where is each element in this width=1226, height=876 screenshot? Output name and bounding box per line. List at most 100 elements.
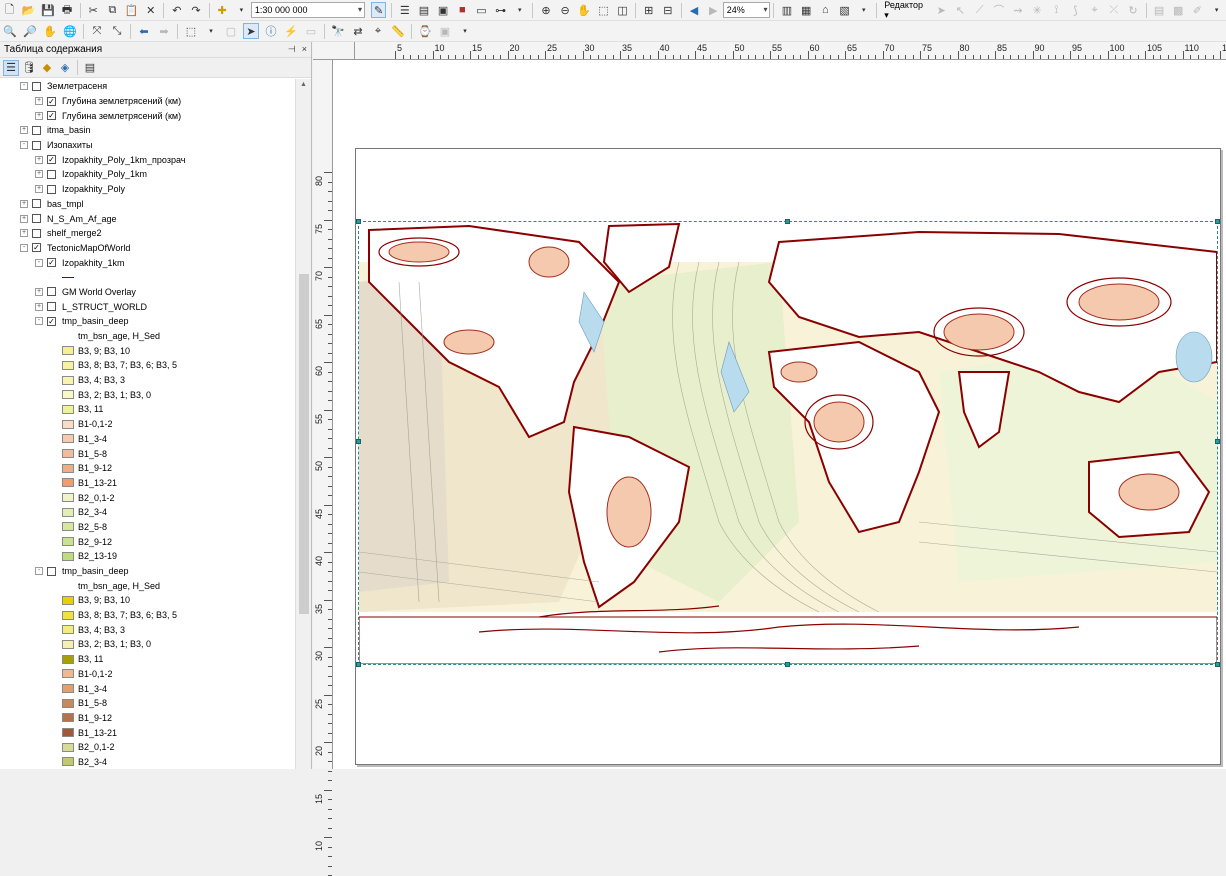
- cut-polygons-icon[interactable]: ⌖: [1087, 2, 1102, 18]
- arctoolbox-icon[interactable]: ■: [455, 2, 470, 18]
- open-folder-icon[interactable]: 📂: [21, 2, 36, 18]
- resize-handle[interactable]: [1215, 662, 1220, 667]
- find-icon[interactable]: 🔭: [330, 23, 346, 39]
- table-of-contents-icon[interactable]: ☰: [397, 2, 412, 18]
- create-features-icon[interactable]: ✐: [1190, 2, 1205, 18]
- toggle-draft-mode-icon[interactable]: ▥: [779, 2, 794, 18]
- save-icon[interactable]: 💾: [40, 2, 55, 18]
- list-by-source-icon[interactable]: 🛢: [21, 60, 37, 76]
- layer-row[interactable]: + L_STRUCT_WORLD: [0, 299, 295, 314]
- zoom-out-icon[interactable]: 🔎: [22, 23, 38, 39]
- chevron-down-icon[interactable]: ▾: [512, 2, 527, 18]
- collapse-icon[interactable]: -: [20, 141, 28, 150]
- chevron-down-icon[interactable]: ▾: [203, 23, 219, 39]
- go-forward-icon[interactable]: ➡: [156, 23, 172, 39]
- layer-visibility-checkbox[interactable]: [47, 302, 56, 312]
- chevron-down-icon[interactable]: ▾: [358, 5, 362, 14]
- layer-visibility-checkbox[interactable]: [32, 140, 41, 150]
- layer-visibility-checkbox[interactable]: [32, 125, 41, 135]
- find-route-icon[interactable]: ⇄: [350, 23, 366, 39]
- expand-icon[interactable]: +: [35, 155, 43, 164]
- expand-icon[interactable]: +: [20, 214, 28, 223]
- expand-icon[interactable]: +: [20, 126, 28, 135]
- print-icon[interactable]: 🖶: [60, 2, 75, 18]
- copy-icon[interactable]: ⧉: [105, 2, 120, 18]
- edit-vertices-icon[interactable]: ⟟: [1049, 2, 1064, 18]
- scrollbar-thumb[interactable]: [299, 274, 309, 614]
- select-elements-icon[interactable]: ➤: [243, 23, 259, 39]
- layer-visibility-checkbox[interactable]: [47, 566, 56, 576]
- layer-row[interactable]: + GM World Overlay: [0, 285, 295, 300]
- undo-icon[interactable]: ↶: [169, 2, 184, 18]
- identify-icon[interactable]: ⓘ: [263, 23, 279, 39]
- zoom-in-page-icon[interactable]: ⊕: [538, 2, 553, 18]
- sketch-properties-icon[interactable]: ▩: [1171, 2, 1186, 18]
- layer-visibility-checkbox[interactable]: [47, 287, 56, 297]
- zoom-in-icon[interactable]: 🔍: [2, 23, 18, 39]
- chevron-down-icon[interactable]: ▾: [234, 2, 249, 18]
- rotate-icon[interactable]: ↻: [1125, 2, 1140, 18]
- layer-visibility-checkbox[interactable]: [32, 228, 41, 238]
- zoom-out-page-icon[interactable]: ⊖: [558, 2, 573, 18]
- layer-row[interactable]: - ✓ TectonicMapOfWorld: [0, 241, 295, 256]
- layer-visibility-checkbox[interactable]: [47, 169, 56, 179]
- collapse-icon[interactable]: -: [35, 317, 43, 326]
- layer-visibility-checkbox[interactable]: ✓: [47, 316, 56, 326]
- scroll-up-icon[interactable]: ▲: [300, 81, 307, 88]
- chevron-down-icon[interactable]: ▾: [457, 23, 473, 39]
- editor-menu[interactable]: Редактор ▾: [884, 0, 927, 21]
- hyperlink-icon[interactable]: ⚡: [283, 23, 299, 39]
- previous-extent-icon[interactable]: ◀: [686, 2, 701, 18]
- expand-icon[interactable]: +: [35, 97, 43, 106]
- split-icon[interactable]: ⤫: [1106, 2, 1121, 18]
- layout-view[interactable]: 5 10 15 20 25 30 35 40 45 50 55 60 65 70 75 80 85 90 95 100…: [313, 42, 1226, 876]
- resize-handle[interactable]: [1215, 439, 1220, 444]
- full-extent-icon[interactable]: 🌐: [62, 23, 78, 39]
- expand-icon[interactable]: +: [35, 170, 43, 179]
- layer-row[interactable]: + itma_basin: [0, 123, 295, 138]
- zoom-whole-page-icon[interactable]: ⬚: [596, 2, 611, 18]
- edit-tool-icon[interactable]: ➤: [934, 2, 949, 18]
- paste-icon[interactable]: 📋: [124, 2, 139, 18]
- time-slider-icon[interactable]: ⌚: [417, 23, 433, 39]
- layer-row[interactable]: + shelf_merge2: [0, 226, 295, 241]
- redo-icon[interactable]: ↷: [188, 2, 203, 18]
- expand-icon[interactable]: +: [35, 302, 43, 311]
- list-by-selection-icon[interactable]: ◈: [57, 60, 73, 76]
- layer-visibility-checkbox[interactable]: ✓: [47, 111, 56, 121]
- fixed-zoom-out-icon[interactable]: ⊟: [660, 2, 675, 18]
- expand-icon[interactable]: +: [20, 229, 28, 238]
- measure-icon[interactable]: 📏: [390, 23, 406, 39]
- fixed-zoom-in-icon[interactable]: ⊞: [641, 2, 656, 18]
- search-window-icon[interactable]: ▣: [436, 2, 451, 18]
- straight-segment-icon[interactable]: ⟋: [972, 2, 987, 18]
- reshape-icon[interactable]: ⟆: [1068, 2, 1083, 18]
- expand-icon[interactable]: +: [35, 287, 43, 296]
- layer-row[interactable]: + bas_tmpl: [0, 197, 295, 212]
- fixed-zoom-out-icon[interactable]: ⤡: [109, 23, 125, 39]
- catalog-icon[interactable]: ▤: [416, 2, 431, 18]
- layer-visibility-checkbox[interactable]: ✓: [47, 96, 56, 106]
- toc-options-icon[interactable]: ▤: [82, 60, 98, 76]
- chevron-down-icon[interactable]: ▾: [763, 5, 767, 14]
- zoom-100-icon[interactable]: ◫: [615, 2, 630, 18]
- collapse-icon[interactable]: -: [35, 258, 43, 267]
- expand-icon[interactable]: +: [20, 199, 28, 208]
- layer-visibility-checkbox[interactable]: [32, 199, 41, 209]
- layer-visibility-checkbox[interactable]: [32, 81, 41, 91]
- layer-visibility-checkbox[interactable]: [32, 214, 41, 224]
- end-point-arc-icon[interactable]: ⌒: [991, 2, 1006, 18]
- pan-icon[interactable]: ✋: [42, 23, 58, 39]
- pin-icon[interactable]: ⊣: [288, 44, 296, 55]
- point-icon[interactable]: ✳: [1030, 2, 1045, 18]
- python-window-icon[interactable]: ▭: [474, 2, 489, 18]
- collapse-icon[interactable]: -: [20, 82, 28, 91]
- layer-row[interactable]: + Izopakhity_Poly_1km: [0, 167, 295, 182]
- new-document-icon[interactable]: 🗋: [2, 2, 17, 18]
- clear-selection-icon[interactable]: ▢: [223, 23, 239, 39]
- layer-visibility-checkbox[interactable]: ✓: [47, 258, 56, 268]
- change-layout-icon[interactable]: ⌂: [818, 2, 833, 18]
- go-to-xy-icon[interactable]: ⌖: [370, 23, 386, 39]
- attributes-icon[interactable]: ▤: [1151, 2, 1166, 18]
- cut-icon[interactable]: ✂: [86, 2, 101, 18]
